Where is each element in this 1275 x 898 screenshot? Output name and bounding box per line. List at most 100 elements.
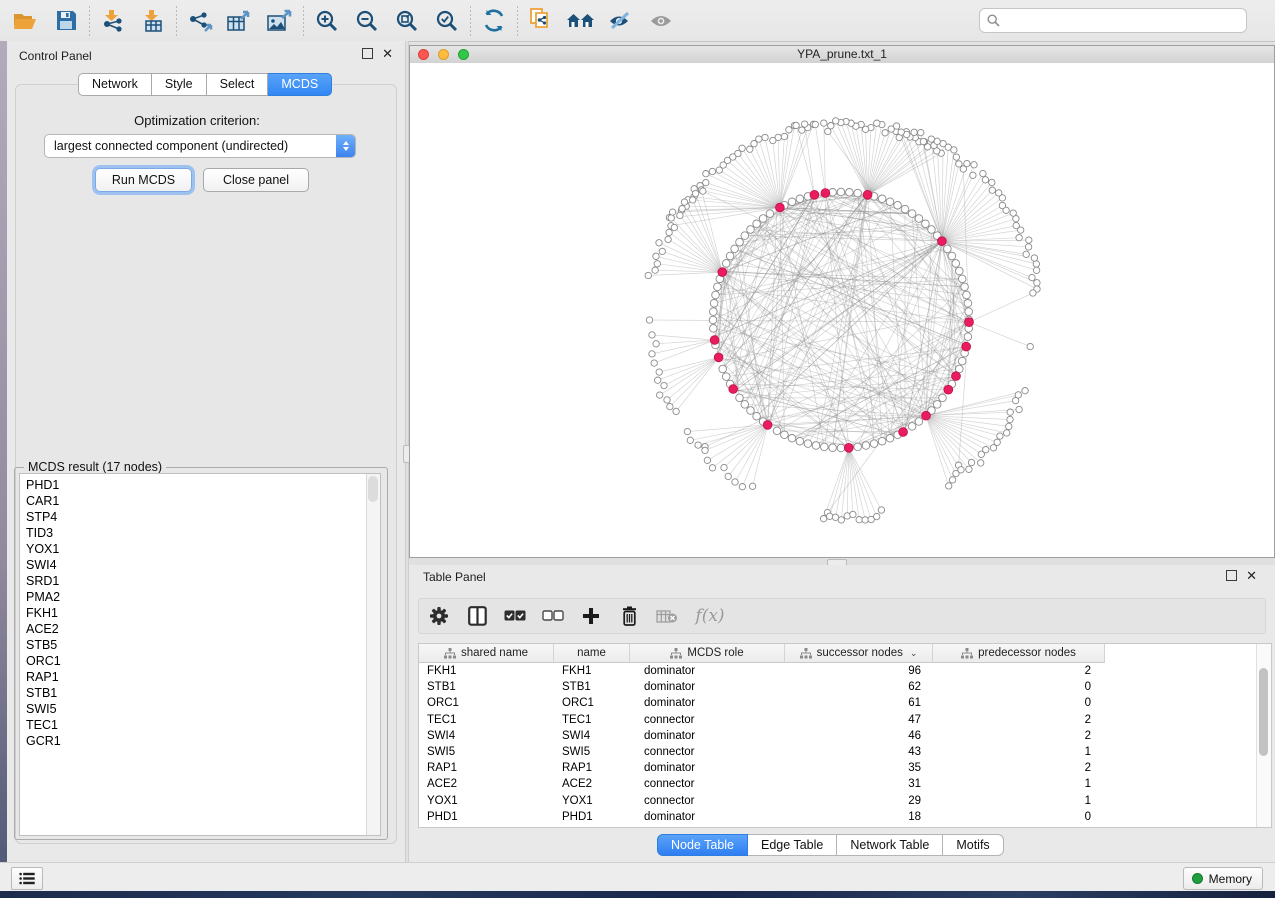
cell-predecessor-nodes: 2 [933, 714, 1105, 726]
mcds-result-list[interactable]: PHD1CAR1STP4TID3YOX1SWI4SRD1PMA2FKH1ACE2… [19, 473, 381, 836]
table-row[interactable]: FKH1FKH1dominator962 [419, 663, 1105, 679]
select-all-icon[interactable] [503, 604, 527, 628]
search-box[interactable] [979, 8, 1247, 33]
tab-select[interactable]: Select [207, 73, 269, 96]
table-row[interactable]: SWI4SWI4dominator462 [419, 728, 1105, 744]
mcds-result-item[interactable]: STB5 [20, 637, 380, 653]
cell-successor-nodes: 96 [785, 665, 933, 677]
eye-icon[interactable] [641, 4, 681, 38]
tab-node-table[interactable]: Node Table [657, 834, 748, 856]
column-label: successor nodes [817, 647, 903, 659]
zoom-out-icon[interactable] [347, 4, 387, 38]
mcds-result-item[interactable]: YOX1 [20, 541, 380, 557]
memory-status-dot [1192, 873, 1203, 884]
table-row[interactable]: STB1STB1dominator620 [419, 679, 1105, 695]
deselect-all-icon[interactable] [541, 604, 565, 628]
table-scrollbar[interactable] [1256, 644, 1271, 827]
table-row[interactable]: PHD1PHD1dominator180 [419, 809, 1105, 825]
node-table[interactable]: shared name nameMCDS rolesuccessor nodes⌄… [418, 643, 1272, 828]
cell-shared-name: TEC1 [419, 714, 554, 726]
tab-motifs[interactable]: Motifs [943, 834, 1003, 856]
close-panel-icon[interactable]: ✕ [382, 48, 393, 59]
refresh-network-icon[interactable] [474, 4, 514, 38]
close-panel-button[interactable]: Close panel [203, 168, 309, 192]
criterion-select[interactable]: largest connected component (undirected) [44, 134, 356, 158]
tab-network-table[interactable]: Network Table [837, 834, 943, 856]
delete-column-icon[interactable] [617, 604, 641, 628]
network-window-titlebar[interactable]: YPA_prune.txt_1 [410, 46, 1274, 64]
column-label: shared name [461, 647, 528, 659]
search-input[interactable] [1005, 13, 1239, 29]
float-panel-icon[interactable] [362, 48, 373, 59]
mcds-result-item[interactable]: FKH1 [20, 605, 380, 621]
mcds-result-item[interactable]: PHD1 [20, 477, 380, 493]
zoom-in-icon[interactable] [307, 4, 347, 38]
columns-icon[interactable] [465, 604, 489, 628]
mcds-list-scrollbar[interactable] [366, 474, 380, 835]
eye-slash-icon[interactable] [601, 4, 641, 38]
save-session-icon[interactable] [46, 4, 86, 38]
export-network-icon[interactable] [180, 4, 220, 38]
table-row[interactable]: ORC1ORC1dominator610 [419, 695, 1105, 711]
zoom-selected-icon[interactable] [427, 4, 467, 38]
mcds-result-item[interactable]: CAR1 [20, 493, 380, 509]
cell-shared-name: SWI4 [419, 730, 554, 742]
toolbar-separator [470, 6, 471, 36]
column-type-icon [444, 648, 456, 659]
table-row[interactable]: ACE2ACE2connector311 [419, 776, 1105, 792]
cell-predecessor-nodes: 0 [933, 811, 1105, 823]
column-header-name[interactable]: name [554, 644, 630, 663]
add-column-icon[interactable] [579, 604, 603, 628]
mcds-result-item[interactable]: RAP1 [20, 669, 380, 685]
memory-button[interactable]: Memory [1183, 867, 1263, 890]
mcds-result-item[interactable]: PMA2 [20, 589, 380, 605]
clone-network-icon[interactable] [521, 4, 561, 38]
mcds-result-item[interactable]: STB1 [20, 685, 380, 701]
zoom-fit-icon[interactable] [387, 4, 427, 38]
import-network-icon[interactable] [93, 4, 133, 38]
mcds-result-item[interactable]: SRD1 [20, 573, 380, 589]
status-bar: Memory [0, 862, 1275, 891]
open-session-icon[interactable] [6, 4, 46, 38]
column-header-shared-name[interactable]: shared name [419, 644, 554, 663]
close-table-panel-icon[interactable]: ✕ [1246, 570, 1257, 581]
export-table-icon[interactable] [220, 4, 260, 38]
mcds-result-item[interactable]: TEC1 [20, 717, 380, 733]
mcds-result-item[interactable]: SWI5 [20, 701, 380, 717]
column-header-mcds-role[interactable]: MCDS role [630, 644, 785, 663]
column-header-predecessor-nodes[interactable]: predecessor nodes [933, 644, 1105, 663]
cell-shared-name: ORC1 [419, 697, 554, 709]
mcds-result-item[interactable]: STP4 [20, 509, 380, 525]
horizontal-splitter[interactable] [409, 558, 1275, 565]
cell-shared-name: ACE2 [419, 778, 554, 790]
mcds-result-item[interactable]: ORC1 [20, 653, 380, 669]
column-header-successor-nodes[interactable]: successor nodes⌄ [785, 644, 933, 663]
column-type-icon [670, 648, 682, 659]
status-menu-button[interactable] [11, 867, 43, 890]
search-icon [987, 14, 1000, 27]
cell-successor-nodes: 47 [785, 714, 933, 726]
mcds-result-item[interactable]: GCR1 [20, 733, 380, 749]
select-stepper-icon [336, 135, 355, 157]
cell-successor-nodes: 35 [785, 762, 933, 774]
double-house-icon[interactable] [561, 4, 601, 38]
tab-network[interactable]: Network [78, 73, 152, 96]
table-row[interactable]: TEC1TEC1connector472 [419, 712, 1105, 728]
mcds-result-item[interactable]: ACE2 [20, 621, 380, 637]
run-mcds-button[interactable]: Run MCDS [95, 168, 192, 192]
tab-style[interactable]: Style [152, 73, 207, 96]
gear-icon[interactable] [427, 604, 451, 628]
export-image-icon[interactable] [260, 4, 300, 38]
cell-mcds-role: dominator [630, 811, 785, 823]
tab-edge-table[interactable]: Edge Table [748, 834, 837, 856]
network-canvas[interactable] [410, 63, 1274, 557]
table-row[interactable]: SWI5SWI5connector431 [419, 744, 1105, 760]
table-row[interactable]: YOX1YOX1connector291 [419, 793, 1105, 809]
tab-mcds[interactable]: MCDS [268, 73, 332, 96]
table-row[interactable]: RAP1RAP1dominator352 [419, 760, 1105, 776]
mcds-result-item[interactable]: TID3 [20, 525, 380, 541]
cell-predecessor-nodes: 2 [933, 730, 1105, 742]
mcds-result-item[interactable]: SWI4 [20, 557, 380, 573]
import-table-icon[interactable] [133, 4, 173, 38]
float-table-panel-icon[interactable] [1226, 570, 1237, 581]
